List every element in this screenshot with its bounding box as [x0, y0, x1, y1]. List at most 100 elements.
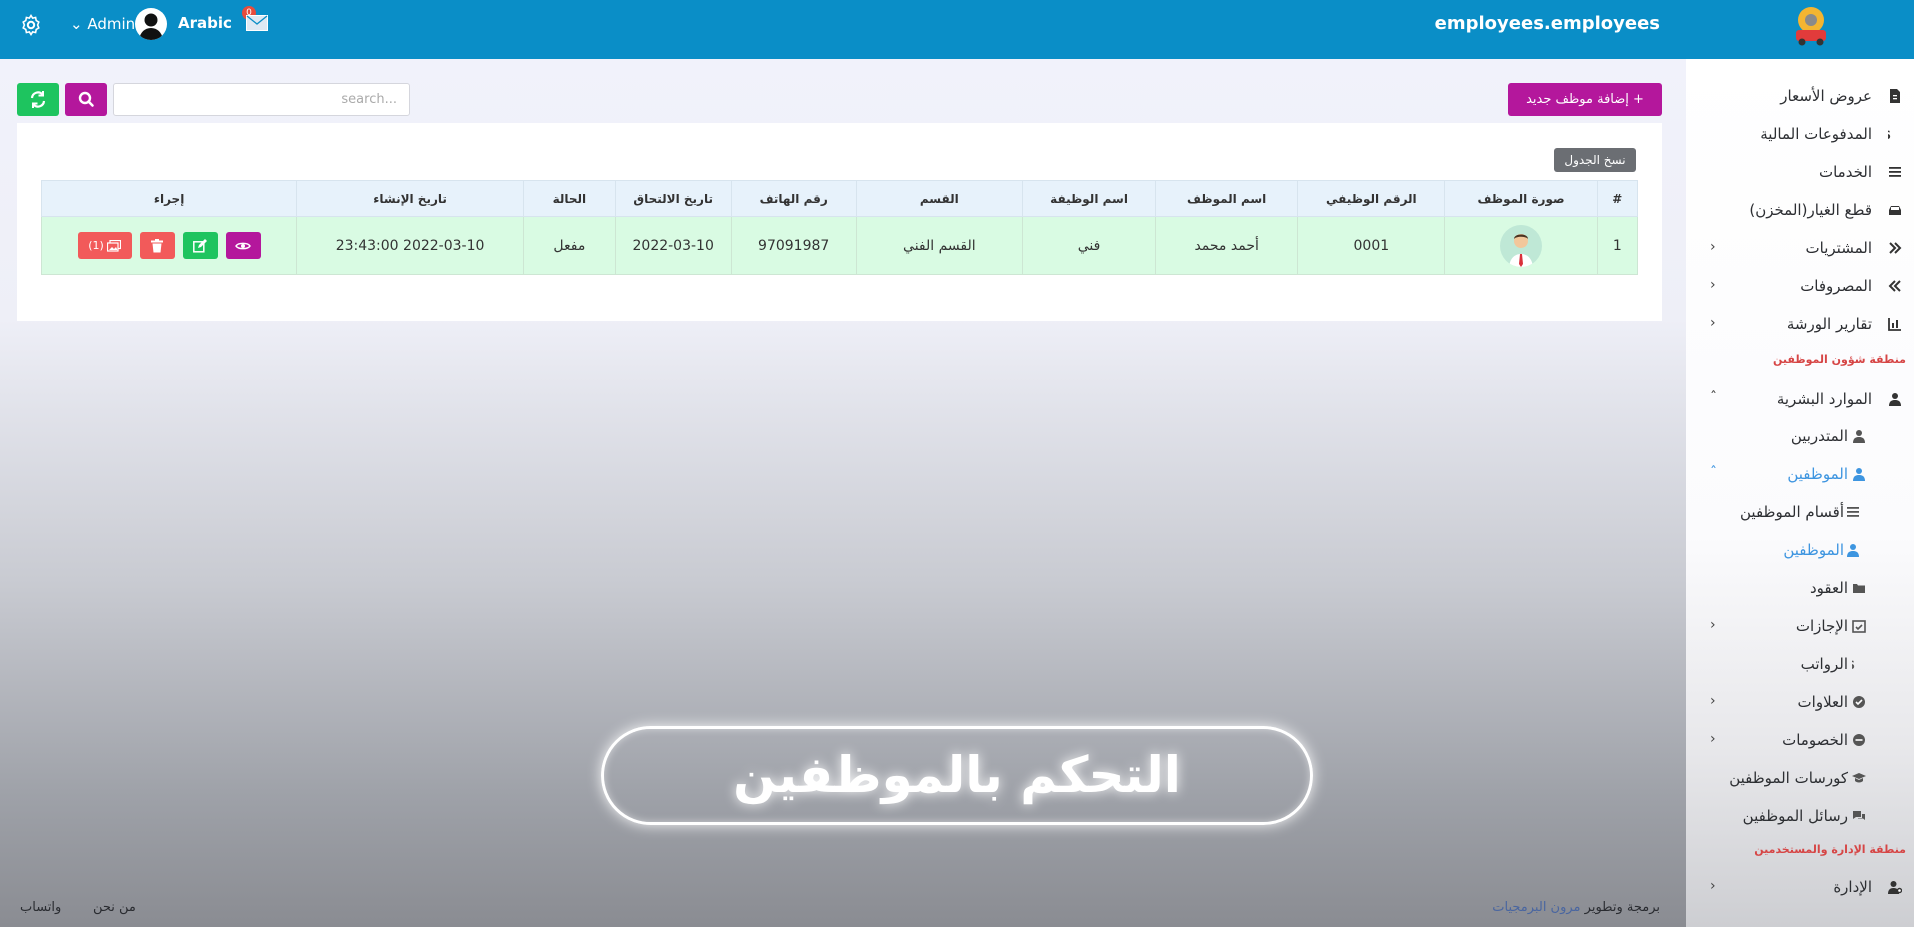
sidebar-item-services[interactable]: الخدمات	[1686, 160, 1914, 186]
list-icon	[1847, 507, 1859, 517]
sidebar-item-label: عروض الأسعار	[1780, 87, 1872, 105]
sidebar-item-contracts[interactable]: العقود	[1686, 576, 1914, 602]
images-icon	[106, 239, 121, 252]
sidebar-item-deductions[interactable]: الخصومات ‹	[1686, 728, 1914, 754]
cell-employee-no: 0001	[1297, 216, 1446, 275]
sidebar-item-messages[interactable]: رسائل الموظفين	[1686, 804, 1914, 830]
avatar[interactable]	[135, 8, 167, 40]
sidebar-item-quotations[interactable]: عروض الأسعار	[1686, 84, 1914, 110]
footer: من نحن واتساب برمجة وتطوير مرون البرمجيا…	[0, 890, 1686, 927]
sidebar-item-purchases[interactable]: المشتريات ‹	[1686, 236, 1914, 262]
sidebar-item-label: الموارد البشرية	[1776, 390, 1872, 408]
col-status[interactable]: الحالة	[522, 180, 616, 217]
svg-text:$: $	[1852, 658, 1855, 671]
section-title-employees: منطقة شؤون الموظفين	[1772, 353, 1906, 366]
col-phone[interactable]: رقم الهاتف	[730, 180, 857, 217]
sidebar-item-label: الرواتب	[1800, 655, 1848, 673]
employee-avatar-icon	[1509, 233, 1534, 267]
footer-credit-prefix: برمجة وتطوير	[1584, 900, 1660, 915]
employees-table: # صورة الموظف الرقم الوظيفي اسم الموظف ا…	[40, 180, 1639, 275]
col-name[interactable]: اسم الموظف	[1155, 180, 1299, 217]
admin-menu[interactable]: ⌄ Admin	[70, 15, 135, 33]
top-bar: ⌄ Admin Arabic 0 employees.employees	[0, 0, 1914, 59]
calendar-check-icon	[1852, 620, 1866, 633]
comments-icon	[1853, 811, 1865, 820]
col-photo[interactable]: صورة الموظف	[1444, 180, 1598, 217]
dollar-icon: $	[1852, 658, 1855, 671]
images-count: (1)	[88, 239, 104, 252]
col-join-date[interactable]: تاريخ الالتحاق	[614, 180, 732, 217]
chevron-left-icon: ‹	[1710, 239, 1716, 255]
cell-phone[interactable]: 97091987	[730, 216, 857, 275]
sidebar-item-trainees[interactable]: المتدربين	[1686, 424, 1914, 450]
col-employee-no[interactable]: الرقم الوظيفي	[1297, 180, 1446, 217]
admin-label: Admin	[87, 15, 136, 33]
refresh-button[interactable]	[17, 83, 59, 116]
view-button[interactable]	[225, 232, 261, 259]
sidebar-item-expenses[interactable]: المصروفات ‹	[1686, 274, 1914, 300]
images-button[interactable]: (1)	[77, 232, 132, 259]
language-switch[interactable]: Arabic	[178, 14, 232, 32]
chevron-left-icon: ‹	[1710, 617, 1716, 633]
sidebar-item-workshop-reports[interactable]: تقارير الورشة ‹	[1686, 312, 1914, 338]
col-job[interactable]: اسم الوظيفة	[1022, 180, 1157, 217]
employee-avatar[interactable]	[1500, 224, 1543, 267]
chevron-up-icon: ˆ	[1710, 390, 1717, 406]
employees-table-card: نسخ الجدول # صورة الموظف الرقم الوظيفي ا…	[17, 123, 1662, 321]
user-silhouette-icon	[139, 13, 163, 40]
sidebar-item-employees-group[interactable]: الموظفين ˆ	[1686, 462, 1914, 488]
chevron-left-icon: ‹	[1710, 315, 1716, 331]
footer-credit-brand[interactable]: مرون البرمجيات	[1492, 900, 1580, 915]
table-header-row: # صورة الموظف الرقم الوظيفي اسم الموظف ا…	[40, 180, 1639, 217]
gear-icon[interactable]	[19, 13, 43, 37]
sidebar-item-salaries[interactable]: $ الرواتب	[1686, 652, 1914, 678]
cell-status: مفعل	[522, 216, 616, 275]
sidebar-item-label: العلاوات	[1797, 693, 1848, 711]
sidebar: عروض الأسعار $ المدفوعات المالية الخدمات…	[1686, 59, 1914, 927]
list-icon	[1889, 167, 1901, 177]
col-index[interactable]: #	[1596, 180, 1639, 217]
sidebar-item-bonuses[interactable]: العلاوات ‹	[1686, 690, 1914, 716]
sidebar-item-label: الموظفين	[1783, 541, 1844, 559]
car-icon	[1889, 206, 1901, 215]
sidebar-item-payments[interactable]: $ المدفوعات المالية	[1686, 122, 1914, 148]
add-employee-button[interactable]: + إضافة موظف جديد	[1508, 83, 1662, 116]
double-chevron-right-icon	[1889, 242, 1902, 254]
cell-photo	[1444, 216, 1598, 275]
sidebar-item-label: أقسام الموظفين	[1740, 503, 1844, 521]
sidebar-item-hr[interactable]: الموارد البشرية ˆ	[1686, 387, 1914, 413]
table-row: 1 0001 أحمد محمد فني القسم الفني 9709198…	[40, 216, 1639, 275]
sidebar-item-administration[interactable]: الإدارة ‹	[1686, 875, 1914, 901]
sidebar-item-employee-departments[interactable]: أقسام الموظفين	[1686, 500, 1914, 526]
footer-whatsapp-link[interactable]: واتساب	[20, 900, 61, 915]
sidebar-item-employees[interactable]: الموظفين	[1686, 538, 1914, 564]
delete-button[interactable]	[139, 232, 175, 259]
col-department[interactable]: القسم	[855, 180, 1024, 217]
sidebar-item-leaves[interactable]: الإجازات ‹	[1686, 614, 1914, 640]
chevron-up-icon: ˆ	[1710, 465, 1717, 481]
file-invoice-icon	[1890, 89, 1900, 103]
edit-button[interactable]	[182, 232, 218, 259]
sidebar-item-label: الخصومات	[1782, 731, 1848, 749]
cell-job: فني	[1022, 216, 1157, 275]
copy-table-button[interactable]: نسخ الجدول	[1554, 148, 1636, 172]
mail-icon[interactable]	[246, 15, 268, 31]
cell-actions: (1)	[40, 216, 298, 275]
sidebar-item-label: المتدربين	[1790, 427, 1848, 445]
sidebar-item-spare-parts[interactable]: قطع الغيار(المخزن)	[1686, 198, 1914, 224]
sidebar-item-label: المشتريات	[1805, 239, 1872, 257]
sidebar-item-courses[interactable]: كورسات الموظفين	[1686, 766, 1914, 792]
sidebar-item-label: العقود	[1810, 579, 1848, 597]
search-input[interactable]	[113, 83, 410, 116]
sidebar-item-label: الموظفين	[1787, 465, 1848, 483]
footer-credit: برمجة وتطوير مرون البرمجيات	[1492, 900, 1660, 915]
sidebar-item-label: الإدارة	[1833, 878, 1872, 896]
chevron-left-icon: ‹	[1710, 731, 1716, 747]
page-title: employees.employees	[1434, 13, 1660, 34]
search-button[interactable]	[65, 83, 107, 116]
double-chevron-left-icon	[1888, 280, 1901, 292]
sidebar-item-label: رسائل الموظفين	[1742, 807, 1848, 825]
col-created-at[interactable]: تاريخ الإنشاء	[296, 180, 524, 217]
check-circle-icon	[1853, 696, 1865, 708]
footer-about-link[interactable]: من نحن	[93, 900, 136, 915]
